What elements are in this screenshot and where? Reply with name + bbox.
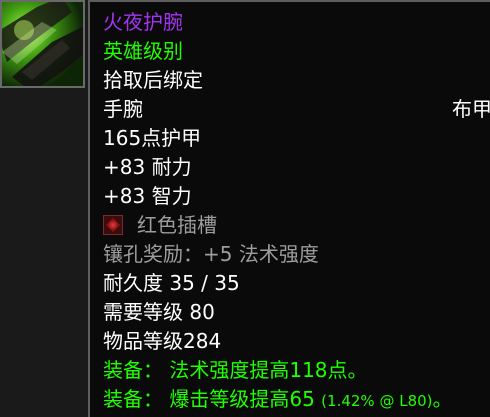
item-stamina: +83 耐力 — [103, 155, 192, 179]
item-equip-crit-text: 装备： 爆击等级提高65 — [103, 387, 315, 411]
item-name: 火夜护腕 — [103, 10, 183, 34]
item-binding: 拾取后绑定 — [103, 68, 203, 92]
item-socket-row: 红色插槽 — [103, 211, 217, 240]
item-socket-label: 红色插槽 — [137, 213, 217, 237]
item-icon-frame[interactable] — [0, 0, 85, 88]
item-durability: 耐久度 35 / 35 — [103, 271, 240, 295]
item-intellect: +83 智力 — [103, 184, 192, 208]
item-armor-type: 布甲 — [452, 97, 490, 121]
item-socket-bonus: 镶孔奖励：+5 法术强度 — [103, 242, 319, 266]
item-quality: 英雄级别 — [103, 39, 183, 63]
item-equip-crit: 装备： 爆击等级提高65 (1.42% @ L80)。 — [103, 385, 453, 414]
item-required-level: 需要等级 80 — [103, 300, 215, 324]
item-slot-row: 手腕 布甲 — [103, 95, 490, 124]
item-level: 物品等级284 — [103, 329, 222, 353]
item-equip-crit-end: 。 — [432, 387, 453, 411]
item-equip-spellpower: 装备： 法术强度提高118点。 — [103, 358, 368, 382]
item-equip-crit-detail: (1.42% @ L80) — [321, 392, 433, 410]
red-socket-icon — [103, 215, 123, 235]
item-slot: 手腕 — [103, 97, 143, 121]
item-armor: 165点护甲 — [103, 126, 202, 150]
item-tooltip: 火夜护腕 英雄级别 拾取后绑定 手腕 布甲 165点护甲 +83 耐力 +83 … — [88, 0, 490, 417]
bracer-icon — [2, 2, 83, 86]
